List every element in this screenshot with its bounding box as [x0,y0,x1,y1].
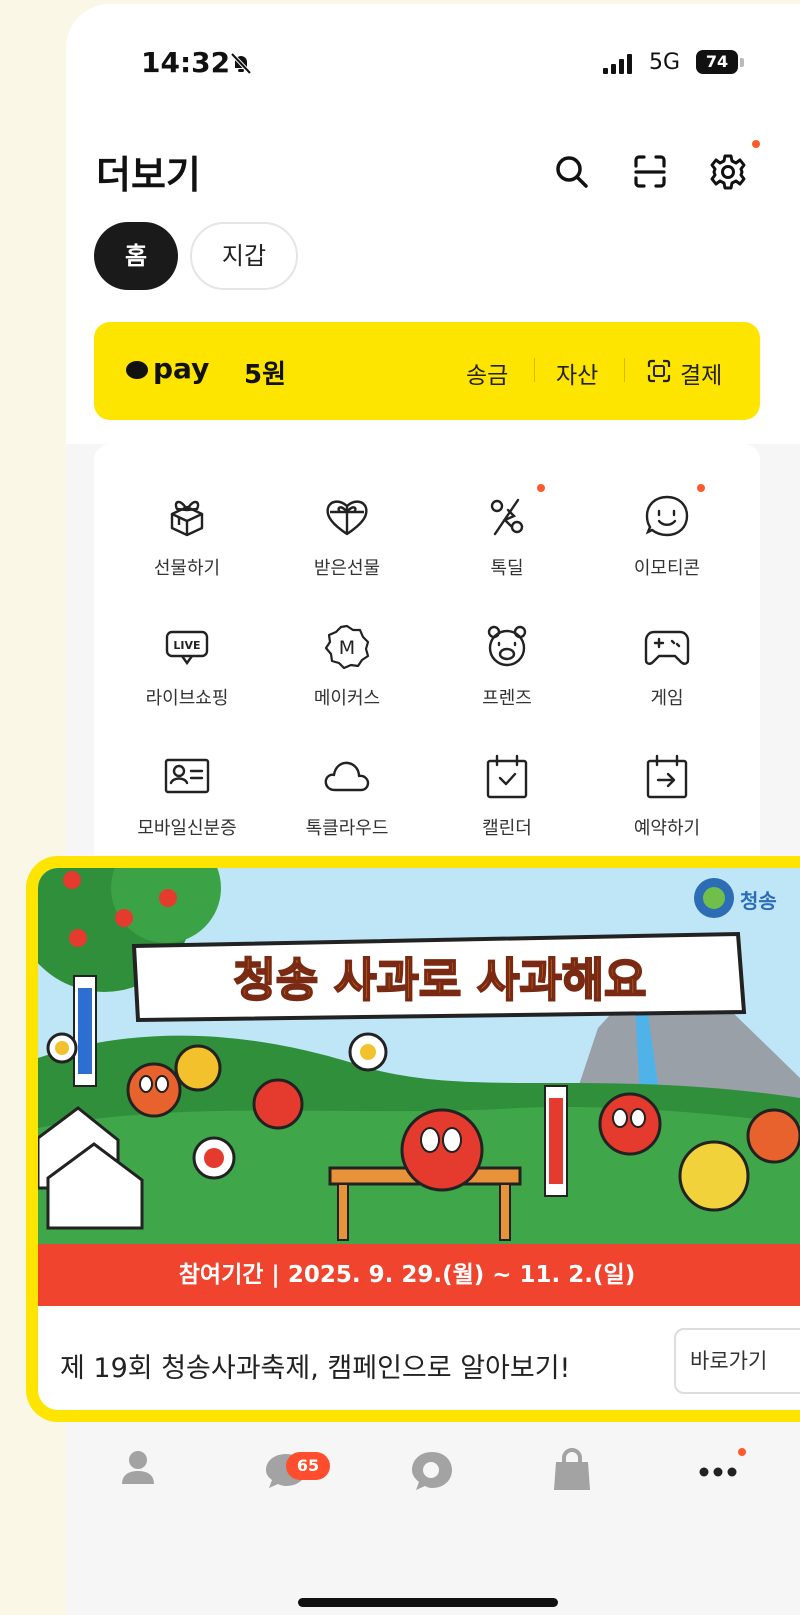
chats-unread-badge: 65 [286,1452,330,1480]
calendar-icon [486,754,528,799]
reservation-icon [646,754,688,799]
battery-nub [740,58,744,67]
smile-emoticon-icon [645,495,689,537]
menu-item-friends[interactable]: 프렌즈 [427,620,587,730]
menu-item-label: 이모티콘 [633,558,701,579]
more-notification-dot [738,1448,746,1456]
network-type: 5G [649,50,681,75]
divider [624,358,625,382]
scan-icon[interactable] [628,150,672,194]
pay-transfer-link[interactable]: 송금 [466,356,508,390]
menu-item-received-gift[interactable]: 받은선물 [267,490,427,600]
openchat-tab-icon[interactable] [400,1440,460,1500]
menu-item-game[interactable]: 게임 [587,620,747,730]
pay-logo: pay [126,352,209,385]
pay-assets-link[interactable]: 자산 [556,356,598,390]
menu-item-talk-cloud[interactable]: 톡클라우드 [267,750,427,860]
menu-item-label: 라이브쇼핑 [145,688,229,709]
menu-item-mobile-id[interactable]: 모바일신분증 [107,750,267,860]
menu-item-label: 선물하기 [153,558,221,579]
banner-headline: 청송 사과로 사과해요 [234,953,647,1007]
friends-face-icon [487,625,527,667]
new-dot [697,484,705,492]
menu-item-makers[interactable]: M 메이커스 [267,620,427,730]
menu-item-live-shopping[interactable]: LIVE 라이브쇼핑 [107,620,267,730]
chat-bubble-icon [126,361,148,379]
service-menu: 선물하기 받은선물 톡딜 이모티콘 LIVE 라이브쇼핑 M 메이커스 프렌즈 [94,444,760,884]
page-title: 더보기 [96,153,201,197]
id-card-icon [164,758,210,794]
new-dot [537,484,545,492]
gear-icon[interactable] [706,150,750,194]
scan-pay-icon [647,359,671,383]
tab-home[interactable]: 홈 [94,222,178,290]
sponsor-logo: 청송 [740,889,777,913]
svg-text:M: M [339,637,355,659]
bell-muted-icon [230,52,252,75]
percent-deal-icon [490,498,524,536]
menu-item-reservation[interactable]: 예약하기 [587,750,747,860]
menu-item-label: 받은선물 [313,558,381,579]
menu-item-label: 게임 [650,688,684,709]
bottom-tab-bar [66,1426,800,1526]
menu-item-label: 모바일신분증 [137,818,237,839]
participation-period: 참여기간 | 2025. 9. 29.(월) ~ 11. 2.(일) [38,1244,800,1306]
shopping-tab-icon[interactable] [542,1440,602,1500]
menu-item-label: 프렌즈 [482,688,532,709]
home-indicator [298,1598,558,1607]
tab-wallet[interactable]: 지갑 [190,222,298,290]
received-gift-icon [326,500,368,536]
promo-banner[interactable]: 청송 청송 사과로 사과해요 참여기간 | 2025. 9. 29.(월) ~ … [26,856,800,1422]
menu-item-talkdeal[interactable]: 톡딜 [427,484,587,600]
menu-item-emoticon[interactable]: 이모티콘 [587,484,747,600]
menu-item-label: 톡딜 [490,558,524,579]
status-time: 14:32 [141,46,231,79]
menu-item-label: 메이커스 [313,688,381,709]
makers-m-icon: M [324,624,370,670]
settings-notification-dot [752,140,760,148]
gift-box-icon [170,500,204,537]
menu-item-label: 예약하기 [633,818,701,839]
live-shopping-icon: LIVE [165,630,209,666]
festival-illustration: 청송 청송 사과로 사과해요 [38,868,800,1244]
battery-icon: 74 [696,50,738,74]
pay-payment-link[interactable]: 결제 [680,356,722,390]
status-bar: 14:32 5G 74 [66,46,800,86]
signal-icon [603,54,632,74]
pay-card[interactable]: pay 5원 송금 자산 결제 [94,322,760,420]
pay-balance: 5원 [244,360,287,390]
friends-tab-icon[interactable] [108,1440,168,1500]
pay-logo-text: pay [153,352,210,385]
menu-item-gift[interactable]: 선물하기 [107,490,267,600]
go-button[interactable]: 바로가기 [674,1328,800,1394]
svg-text:LIVE: LIVE [173,639,200,652]
gamepad-icon [644,630,690,665]
search-icon[interactable] [550,150,594,194]
banner-caption: 제 19회 청송사과축제, 캠페인으로 알아보기! [60,1353,571,1384]
menu-item-label: 캘린더 [482,818,532,839]
menu-item-label: 톡클라우드 [305,818,389,839]
cloud-icon [324,761,370,792]
divider [534,358,535,382]
menu-item-calendar[interactable]: 캘린더 [427,750,587,860]
